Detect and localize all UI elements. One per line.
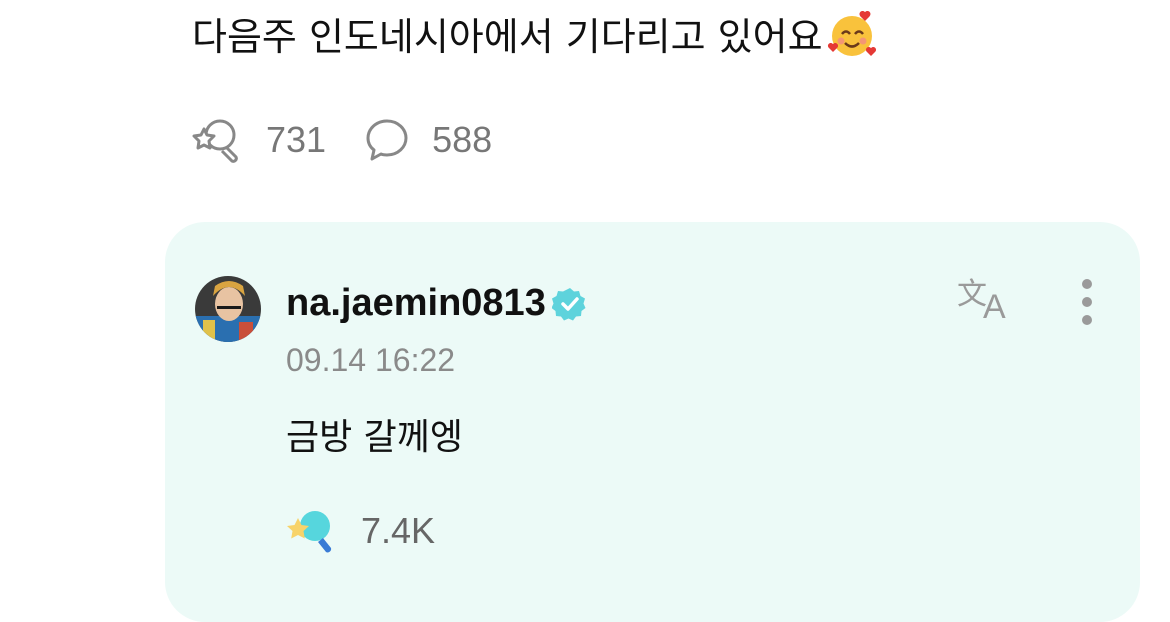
avatar[interactable] [195,276,261,342]
avatar-image [195,276,261,342]
smiling-face-with-hearts-icon [827,10,876,56]
comment-like-count: 7.4K [361,510,436,551]
translate-button[interactable]: 文 A [955,274,1021,329]
more-options-button[interactable] [1075,278,1099,335]
username[interactable]: na.jaemin0813 [286,282,546,325]
svg-text:A: A [983,288,1006,324]
verified-badge-icon [551,287,586,320]
reaction-count: 731 [266,119,327,160]
comment-count: 588 [432,119,493,160]
post-text-content: 다음주 인도네시아에서 기다리고 있어요 [192,15,823,59]
comment-card: na.jaemin0813 09.14 16:22 금방 갈께엥 文 A 7.4… [165,222,1140,622]
translate-icon: 文 A [957,277,1006,326]
post-stats: 731 588 [192,114,530,166]
star-reaction-icon [192,119,238,163]
comment-stat[interactable]: 588 [364,117,492,163]
comment-bubble-icon [366,119,408,161]
username-row: na.jaemin0813 [286,282,588,325]
comment-like-row[interactable]: 7.4K [285,506,435,556]
star-reaction-filled-icon [287,511,332,553]
comment-text: 금방 갈께엥 [286,417,464,458]
comment-timestamp: 09.14 16:22 [286,342,456,378]
more-vertical-icon [1082,279,1092,325]
reaction-stat[interactable]: 731 [192,115,326,165]
post-text: 다음주 인도네시아에서 기다리고 있어요 [192,6,879,61]
